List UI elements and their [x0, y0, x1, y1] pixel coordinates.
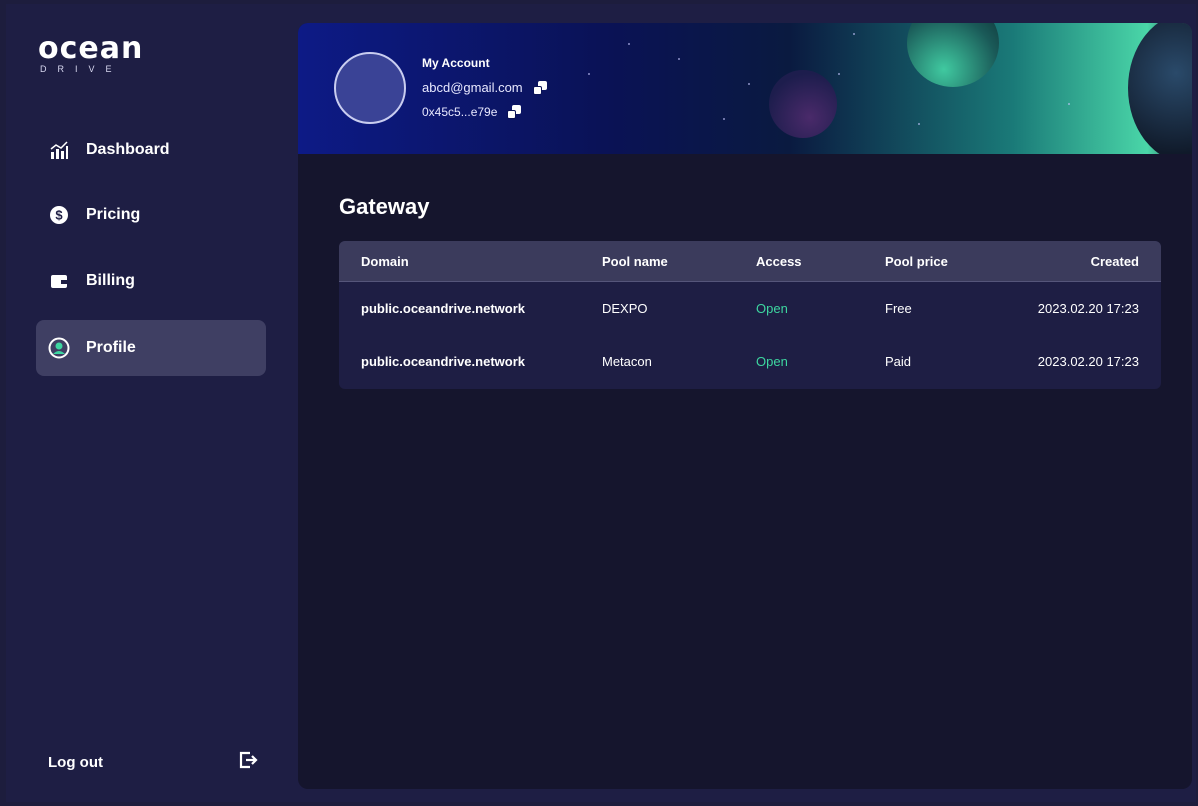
planet-decoration	[769, 70, 837, 138]
column-header-access: Access	[756, 254, 802, 269]
main-panel: My Account abcd@gmail.com 0x45c5...e79e …	[298, 23, 1192, 789]
sidebar-item-label: Billing	[86, 272, 135, 289]
planet-decoration	[907, 23, 999, 87]
cell-access: Open	[756, 354, 788, 369]
table-header: Domain Pool name Access Pool price Creat…	[339, 241, 1161, 282]
sidebar-item-label: Pricing	[86, 206, 141, 223]
cell-pool-price: Free	[885, 301, 912, 316]
column-header-domain: Domain	[361, 254, 409, 269]
account-email-row: abcd@gmail.com	[422, 80, 547, 95]
app-window: ocean DRIVE Dashboard $ Pricing Billing …	[6, 4, 1196, 802]
logout-icon	[238, 750, 258, 775]
cell-pool-name: Metacon	[602, 354, 652, 369]
chart-icon	[48, 139, 70, 161]
cell-pool-name: DEXPO	[602, 301, 648, 316]
earth-decoration	[1128, 23, 1192, 154]
sidebar-item-profile[interactable]: Profile	[36, 320, 266, 376]
dollar-icon: $	[48, 204, 70, 226]
copy-icon[interactable]	[507, 105, 522, 119]
cell-access: Open	[756, 301, 788, 316]
page-title: Gateway	[339, 194, 430, 219]
cell-domain: public.oceandrive.network	[361, 301, 525, 316]
cell-pool-price: Paid	[885, 354, 912, 369]
wallet-icon	[48, 270, 70, 292]
logout-button[interactable]: Log out	[48, 748, 258, 776]
column-header-pool-name: Pool name	[602, 254, 668, 269]
sidebar-item-dashboard[interactable]: Dashboard	[36, 122, 266, 178]
logout-label: Log out	[48, 753, 103, 771]
ocean-drive-logo[interactable]: ocean DRIVE	[38, 34, 148, 80]
sidebar-item-pricing[interactable]: $ Pricing	[36, 187, 266, 243]
column-header-pool-price: Pool price	[885, 254, 948, 269]
cell-domain: public.oceandrive.network	[361, 354, 525, 369]
sidebar-item-label: Profile	[86, 339, 136, 356]
cell-created: 2023.02.20 17:23	[1037, 301, 1139, 316]
profile-banner: My Account abcd@gmail.com 0x45c5...e79e	[298, 23, 1192, 154]
table-row[interactable]: public.oceandrive.network Metacon Open P…	[339, 335, 1161, 388]
account-wallet-row: 0x45c5...e79e	[422, 105, 522, 119]
account-email: abcd@gmail.com	[422, 80, 523, 95]
avatar[interactable]	[334, 52, 406, 124]
sidebar-item-billing[interactable]: Billing	[36, 253, 266, 309]
column-header-created: Created	[1090, 254, 1139, 269]
svg-text:$: $	[55, 208, 63, 223]
sidebar: ocean DRIVE Dashboard $ Pricing Billing …	[6, 4, 296, 802]
cell-created: 2023.02.20 17:23	[1037, 354, 1139, 369]
account-title: My Account	[422, 56, 490, 70]
table-row[interactable]: public.oceandrive.network DEXPO Open Fre…	[339, 282, 1161, 335]
sidebar-item-label: Dashboard	[86, 141, 170, 158]
user-icon	[48, 337, 70, 359]
copy-icon[interactable]	[532, 80, 547, 95]
logo-wordmark: ocean	[38, 31, 144, 66]
gateway-table: Domain Pool name Access Pool price Creat…	[339, 241, 1161, 389]
account-wallet: 0x45c5...e79e	[422, 105, 498, 119]
